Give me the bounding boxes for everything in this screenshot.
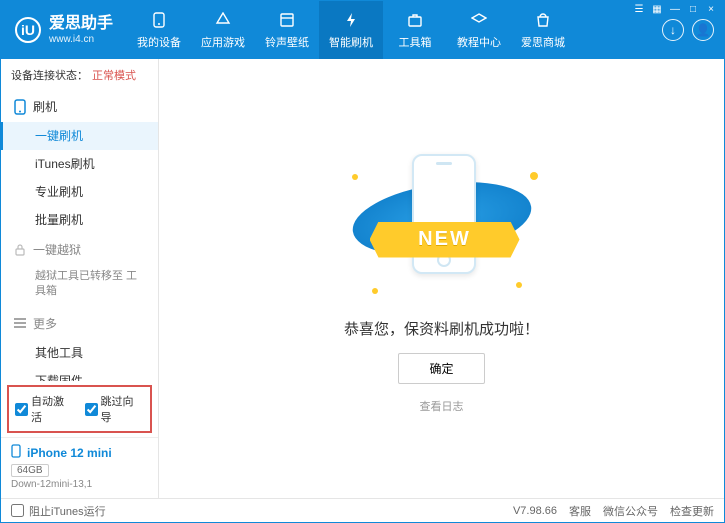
nav: 我的设备 应用游戏 铃声壁纸 智能刷机 工具箱 教程中心 爱思商城: [127, 1, 652, 59]
maximize-button[interactable]: □: [685, 2, 701, 16]
nav-item-edu[interactable]: 教程中心: [447, 1, 511, 59]
statusbar: 阻止iTunes运行 V7.98.66 客服 微信公众号 检查更新: [1, 498, 724, 522]
wall-icon: [277, 10, 297, 30]
connection-status-row: 设备连接状态： 正常模式: [1, 59, 158, 91]
nav-label: 应用游戏: [201, 34, 245, 50]
option-checkboxes: 自动激活 跳过向导: [7, 385, 152, 433]
auto-activate-label: 自动激活: [31, 393, 75, 425]
nav-label: 工具箱: [399, 34, 432, 50]
jailbreak-note: 越狱工具已转移至 工具箱: [1, 265, 158, 308]
device-name: iPhone 12 mini: [27, 446, 112, 460]
user-icon: 👤: [696, 23, 711, 37]
block-itunes-label: 阻止iTunes运行: [29, 503, 106, 519]
download-button[interactable]: ↓: [662, 19, 684, 41]
sidebar-item-flash-3[interactable]: 批量刷机: [1, 206, 158, 234]
block-itunes-input[interactable]: [11, 504, 24, 517]
brand-name: 爱思助手: [49, 14, 113, 33]
nav-label: 教程中心: [457, 34, 501, 50]
lock-icon: [13, 243, 27, 257]
sidebar: 设备连接状态： 正常模式 刷机 一键刷机iTunes刷机专业刷机批量刷机 一键越…: [1, 59, 159, 498]
skip-guide-checkbox[interactable]: 跳过向导: [85, 393, 145, 425]
sidebar-item-flash-1[interactable]: iTunes刷机: [1, 150, 158, 178]
download-icon: ↓: [670, 23, 676, 37]
shop-icon: [533, 10, 553, 30]
block-itunes-checkbox[interactable]: 阻止iTunes运行: [11, 503, 106, 519]
success-text: 恭喜您，保资料刷机成功啦！: [344, 318, 539, 339]
nav-item-phone[interactable]: 我的设备: [127, 1, 191, 59]
tools-icon: [405, 10, 425, 30]
close-button[interactable]: ×: [703, 2, 719, 16]
nav-label: 爱思商城: [521, 34, 565, 50]
skip-guide-input[interactable]: [85, 403, 98, 416]
brand-logo-icon: iU: [15, 17, 41, 43]
phone-icon: [13, 100, 27, 114]
auto-activate-checkbox[interactable]: 自动激活: [15, 393, 75, 425]
sidebar-header-flash[interactable]: 刷机: [1, 91, 158, 122]
customer-service-link[interactable]: 客服: [569, 503, 591, 519]
sidebar-header-more[interactable]: 更多: [1, 308, 158, 339]
settings-button[interactable]: ☰: [631, 2, 647, 16]
ok-button[interactable]: 确定: [398, 353, 484, 384]
nav-item-shop[interactable]: 爱思商城: [511, 1, 575, 59]
edu-icon: [469, 10, 489, 30]
user-button[interactable]: 👤: [692, 19, 714, 41]
sidebar-item-flash-0[interactable]: 一键刷机: [1, 122, 158, 150]
sidebar-header-flash-label: 刷机: [33, 98, 57, 115]
nav-item-flash[interactable]: 智能刷机: [319, 1, 383, 59]
device-sub: Down-12mini-13,1: [11, 479, 148, 490]
connection-status-value: 正常模式: [92, 67, 136, 83]
brand-url: www.i4.cn: [49, 34, 113, 46]
sidebar-header-jailbreak-label: 一键越狱: [33, 241, 81, 258]
skin-button[interactable]: ▦: [649, 2, 665, 16]
flash-icon: [341, 10, 361, 30]
sidebar-header-jailbreak: 一键越狱: [1, 234, 158, 265]
sidebar-header-more-label: 更多: [33, 315, 57, 332]
main-content: NEW 恭喜您，保资料刷机成功啦！ 确定 查看日志: [159, 59, 724, 498]
sidebar-item-more-1[interactable]: 下载固件: [1, 367, 158, 381]
titlebar: iU 爱思助手 www.i4.cn 我的设备 应用游戏 铃声壁纸 智能刷机 工具箱 教程中…: [1, 1, 724, 59]
apps-icon: [213, 10, 233, 30]
connection-label: 设备连接状态：: [11, 67, 88, 83]
view-log-link[interactable]: 查看日志: [420, 398, 464, 414]
nav-item-apps[interactable]: 应用游戏: [191, 1, 255, 59]
menu-icon: [13, 316, 27, 330]
nav-label: 铃声壁纸: [265, 34, 309, 50]
version-label: V7.98.66: [513, 505, 557, 517]
phone-icon: [149, 10, 169, 30]
device-phone-icon: [11, 444, 21, 461]
device-storage: 64GB: [11, 464, 49, 477]
nav-label: 智能刷机: [329, 34, 373, 50]
wechat-link[interactable]: 微信公众号: [603, 503, 658, 519]
sidebar-item-more-0[interactable]: 其他工具: [1, 339, 158, 367]
new-ribbon: NEW: [370, 222, 520, 258]
nav-label: 我的设备: [137, 34, 181, 50]
check-update-link[interactable]: 检查更新: [670, 503, 714, 519]
success-illustration: NEW: [342, 144, 542, 304]
nav-item-wall[interactable]: 铃声壁纸: [255, 1, 319, 59]
sidebar-item-flash-2[interactable]: 专业刷机: [1, 178, 158, 206]
minimize-button[interactable]: —: [667, 2, 683, 16]
skip-guide-label: 跳过向导: [101, 393, 145, 425]
brand: iU 爱思助手 www.i4.cn: [1, 14, 127, 45]
auto-activate-input[interactable]: [15, 403, 28, 416]
device-block[interactable]: iPhone 12 mini 64GB Down-12mini-13,1: [1, 437, 158, 498]
nav-item-tools[interactable]: 工具箱: [383, 1, 447, 59]
